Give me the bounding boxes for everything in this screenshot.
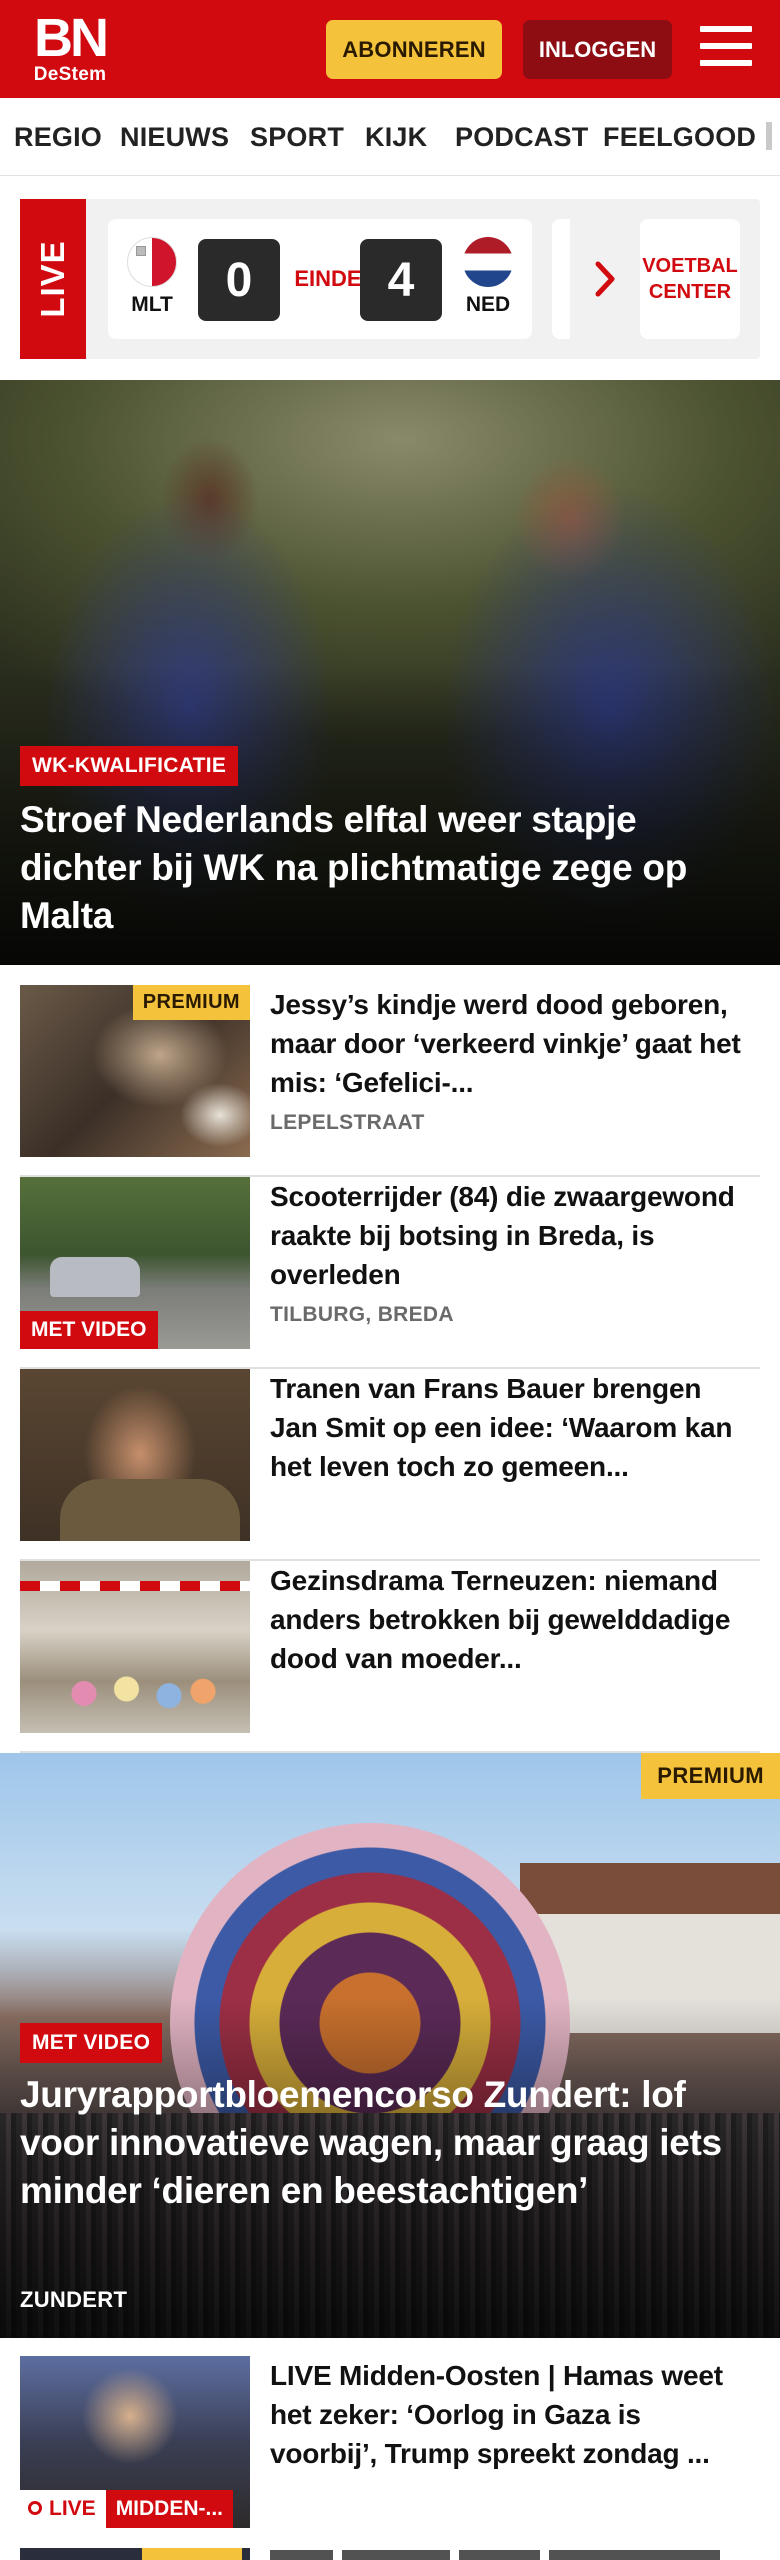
home-team-code: MLT (131, 293, 173, 316)
top-header: BN DeStem ABONNEREN INLOGGEN (0, 0, 780, 98)
live-category-label: MIDDEN-... (105, 2490, 234, 2528)
video-badge: MET VIDEO (20, 2023, 163, 2063)
article-title[interactable]: Gezinsdrama Terneuzen: niemand anders be… (270, 1561, 755, 1678)
list-item-partial[interactable] (20, 2548, 760, 2560)
article-thumbnail: MET VIDEO (20, 1177, 250, 1349)
live-badge-label: LIVE (49, 2497, 96, 2520)
list-item[interactable]: MET VIDEO Scooterrijder (84) die zwaarge… (20, 1177, 760, 1369)
article-thumbnail: PREMIUM (20, 985, 250, 1157)
malta-flag-icon (127, 237, 177, 287)
article-title-cropped (270, 2550, 720, 2560)
featured-location: ZUNDERT (20, 2287, 128, 2312)
match-card[interactable]: MLT 0 EINDE 4 NED (108, 219, 532, 339)
away-score: 4 (360, 239, 442, 321)
article-title[interactable]: Tranen van Frans Bauer brengen Jan Smit … (270, 1369, 755, 1486)
list-item[interactable]: PREMIUM Jessy’s kindje werd dood geboren… (20, 985, 760, 1177)
away-team: NED (458, 237, 518, 317)
premium-badge: PREMIUM (132, 985, 250, 1020)
article-title[interactable]: LIVE Midden-Oosten | Hamas weet het zeke… (270, 2356, 755, 2473)
login-button[interactable]: INLOGGEN (523, 20, 672, 79)
hero-category-tag: WK-KWALIFICATIE (20, 746, 239, 786)
logo-mark: BN (34, 8, 109, 68)
flowers-shape (50, 1671, 220, 1716)
live-dot-icon (28, 2501, 42, 2515)
nav-item-podcast[interactable]: PODCAST (455, 122, 588, 153)
video-badge: MET VIDEO (20, 1311, 158, 1349)
next-match-card-peek[interactable] (552, 219, 570, 339)
nav-item-feelgood[interactable]: FEELGOOD (603, 122, 756, 153)
hamburger-menu-icon[interactable] (700, 26, 752, 70)
site-logo[interactable]: BN DeStem (30, 8, 110, 86)
live-label-tab: LIVE (20, 199, 86, 359)
article-title[interactable]: Scooterrijder (84) die zwaargewond raakt… (270, 1177, 755, 1294)
live-scoreboard: LIVE MLT 0 EINDE 4 NED VOETBAL CENTER (20, 199, 760, 359)
home-team: MLT (122, 237, 182, 317)
away-team-code: NED (465, 293, 511, 316)
barrier-tape (20, 1581, 250, 1591)
hero-title[interactable]: Stroef Nederlands elftal weer stapje dic… (20, 796, 740, 940)
car-shape (50, 1257, 140, 1297)
logo-subtitle: DeStem (33, 64, 107, 85)
live-label: LIVE (34, 240, 71, 318)
match-status: EINDE (294, 266, 362, 291)
nav-item-nieuws[interactable]: NIEUWS (120, 122, 229, 153)
nav-item-sport[interactable]: SPORT (250, 122, 344, 153)
live-indicator: LIVE (20, 2490, 106, 2528)
list-item[interactable]: Gezinsdrama Terneuzen: niemand anders be… (20, 1561, 760, 1753)
live-badge: LIVE MIDDEN-... (20, 2490, 234, 2528)
article-title[interactable]: Jessy’s kindje werd dood geboren, maar d… (270, 985, 755, 1102)
premium-badge (142, 2548, 242, 2560)
netherlands-flag-icon (463, 237, 513, 287)
featured-article[interactable]: PREMIUM MET VIDEO Juryrapportbloemencors… (0, 1753, 780, 2338)
featured-title[interactable]: Juryrapportbloemencorso Zundert: lof voo… (20, 2071, 750, 2215)
hero-article[interactable]: WK-KWALIFICATIE Stroef Nederlands elftal… (0, 380, 780, 965)
home-score: 0 (198, 239, 280, 321)
person-shape (60, 1479, 240, 1541)
voetbal-center-button[interactable]: VOETBAL CENTER (640, 219, 740, 339)
premium-badge: PREMIUM (641, 1753, 780, 1799)
article-thumbnail: LIVE MIDDEN-... (20, 2356, 250, 2528)
nav-item-kijk[interactable]: KIJK (365, 122, 427, 153)
article-location: LEPELSTRAAT (270, 1111, 425, 1134)
chevron-right-icon[interactable] (592, 254, 620, 304)
nav-overflow-indicator (766, 122, 772, 150)
article-location: TILBURG, BREDA (270, 1303, 454, 1326)
article-thumbnail (20, 1369, 250, 1541)
nav-item-regio[interactable]: REGIO (14, 122, 102, 153)
section-nav: REGIO NIEUWS SPORT KIJK PODCAST FEELGOOD (0, 100, 780, 176)
subscribe-button[interactable]: ABONNEREN (326, 20, 502, 79)
article-thumbnail (20, 1561, 250, 1733)
list-item[interactable]: LIVE MIDDEN-... LIVE Midden-Oosten | Ham… (20, 2356, 760, 2532)
list-item[interactable]: Tranen van Frans Bauer brengen Jan Smit … (20, 1369, 760, 1561)
